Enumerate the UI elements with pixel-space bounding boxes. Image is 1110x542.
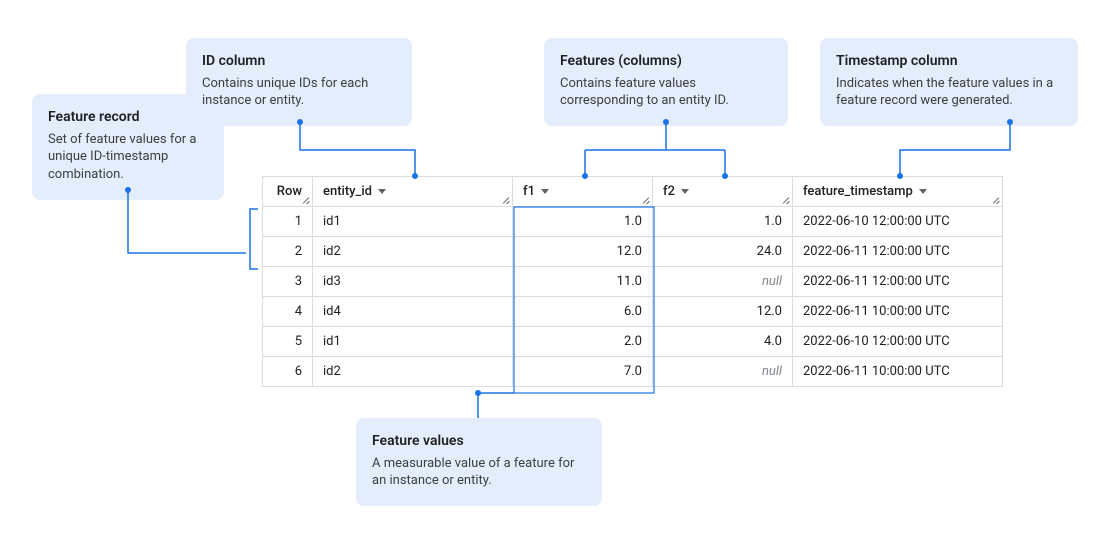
- col-header-row[interactable]: Row: [263, 177, 313, 207]
- cell-entity-id: id2: [313, 237, 513, 267]
- callout-id-column: ID column Contains unique IDs for each i…: [186, 38, 412, 126]
- resize-handle-icon[interactable]: [502, 196, 510, 204]
- cell-f2: 24.0: [653, 237, 793, 267]
- cell-entity-id: id1: [313, 327, 513, 357]
- cell-entity-id: id3: [313, 267, 513, 297]
- chevron-down-icon: [378, 189, 386, 194]
- resize-handle-icon[interactable]: [992, 196, 1000, 204]
- cell-f1: 12.0: [513, 237, 653, 267]
- resize-handle-icon[interactable]: [782, 196, 790, 204]
- callout-title: Feature record: [48, 108, 208, 127]
- cell-f1: 11.0: [513, 267, 653, 297]
- table-row: 6id27.0null2022-06-11 10:00:00 UTC: [263, 357, 1003, 387]
- cell-row-index: 6: [263, 357, 313, 387]
- cell-entity-id: id1: [313, 207, 513, 237]
- table-row: 3id311.0null2022-06-11 12:00:00 UTC: [263, 267, 1003, 297]
- cell-entity-id: id2: [313, 357, 513, 387]
- cell-timestamp: 2022-06-10 12:00:00 UTC: [793, 327, 1003, 357]
- callout-title: Features (columns): [560, 52, 772, 71]
- col-header-f2[interactable]: f2: [653, 177, 793, 207]
- callout-feature-values: Feature values A measurable value of a f…: [356, 418, 602, 506]
- callout-desc: Contains unique IDs for each instance or…: [202, 76, 368, 109]
- table-row: 4id46.012.02022-06-11 10:00:00 UTC: [263, 297, 1003, 327]
- callout-title: ID column: [202, 52, 396, 71]
- callout-title: Feature values: [372, 432, 586, 451]
- cell-f1: 2.0: [513, 327, 653, 357]
- table-header-row: Row entity_id f1 f2 feature_timestamp: [263, 177, 1003, 207]
- cell-f1: 1.0: [513, 207, 653, 237]
- col-header-feature-timestamp[interactable]: feature_timestamp: [793, 177, 1003, 207]
- cell-f2: 12.0: [653, 297, 793, 327]
- cell-timestamp: 2022-06-11 10:00:00 UTC: [793, 297, 1003, 327]
- callout-desc: Indicates when the feature values in a f…: [836, 76, 1053, 109]
- col-header-f1[interactable]: f1: [513, 177, 653, 207]
- callout-desc: A measurable value of a feature for an i…: [372, 456, 574, 489]
- callout-desc: Set of feature values for a unique ID-ti…: [48, 132, 196, 182]
- feature-table: Row entity_id f1 f2 feature_timestamp: [262, 176, 1003, 387]
- callout-desc: Contains feature values corresponding to…: [560, 76, 729, 109]
- table-row: 2id212.024.02022-06-11 12:00:00 UTC: [263, 237, 1003, 267]
- cell-row-index: 1: [263, 207, 313, 237]
- cell-f1: 7.0: [513, 357, 653, 387]
- chevron-down-icon: [919, 189, 927, 194]
- cell-entity-id: id4: [313, 297, 513, 327]
- cell-f2: null: [653, 267, 793, 297]
- cell-f1: 6.0: [513, 297, 653, 327]
- resize-handle-icon[interactable]: [642, 196, 650, 204]
- cell-f2: null: [653, 357, 793, 387]
- table-row: 1id11.01.02022-06-10 12:00:00 UTC: [263, 207, 1003, 237]
- col-header-entity-id[interactable]: entity_id: [313, 177, 513, 207]
- cell-f2: 4.0: [653, 327, 793, 357]
- diagram-stage: Feature record Set of feature values for…: [0, 0, 1110, 542]
- cell-timestamp: 2022-06-11 12:00:00 UTC: [793, 237, 1003, 267]
- chevron-down-icon: [681, 189, 689, 194]
- cell-row-index: 2: [263, 237, 313, 267]
- cell-f2: 1.0: [653, 207, 793, 237]
- table-row: 5id12.04.02022-06-10 12:00:00 UTC: [263, 327, 1003, 357]
- cell-timestamp: 2022-06-11 10:00:00 UTC: [793, 357, 1003, 387]
- callout-features-columns: Features (columns) Contains feature valu…: [544, 38, 788, 126]
- cell-row-index: 3: [263, 267, 313, 297]
- cell-row-index: 5: [263, 327, 313, 357]
- resize-handle-icon[interactable]: [302, 196, 310, 204]
- callout-title: Timestamp column: [836, 52, 1062, 71]
- cell-row-index: 4: [263, 297, 313, 327]
- cell-timestamp: 2022-06-11 12:00:00 UTC: [793, 267, 1003, 297]
- callout-timestamp-column: Timestamp column Indicates when the feat…: [820, 38, 1078, 126]
- cell-timestamp: 2022-06-10 12:00:00 UTC: [793, 207, 1003, 237]
- chevron-down-icon: [541, 189, 549, 194]
